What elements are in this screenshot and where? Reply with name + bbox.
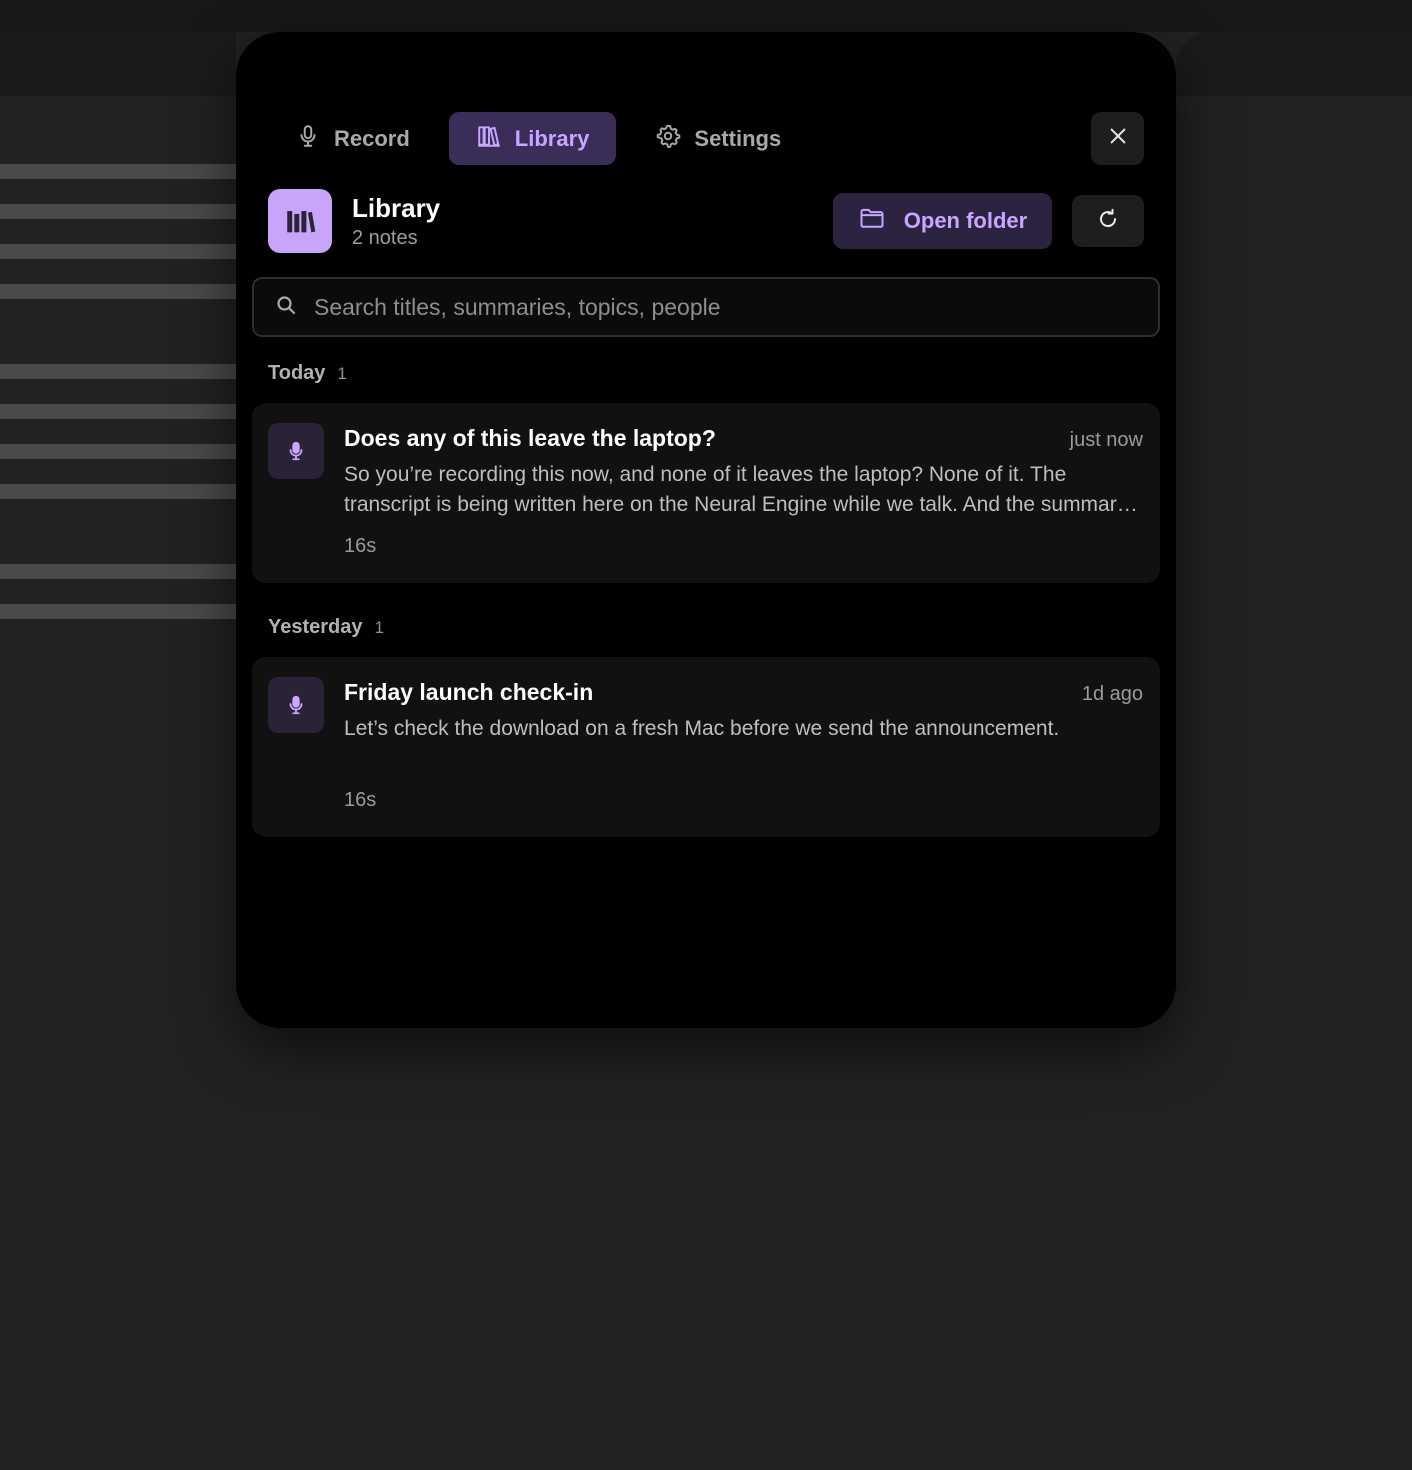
microphone-icon bbox=[268, 423, 324, 479]
background-placeholder-line bbox=[0, 244, 236, 259]
background-placeholder-line bbox=[0, 484, 236, 499]
search-box bbox=[252, 277, 1160, 337]
open-folder-label: Open folder bbox=[903, 208, 1028, 233]
open-folder-button[interactable]: Open folder bbox=[833, 193, 1052, 249]
page-title: Library bbox=[352, 193, 441, 223]
group-count: 1 bbox=[374, 618, 384, 637]
background-placeholder-line bbox=[0, 444, 236, 459]
background-placeholder-line bbox=[0, 204, 236, 219]
note-duration: 16s bbox=[344, 789, 377, 811]
note-card[interactable]: Does any of this leave the laptop? just … bbox=[252, 403, 1160, 583]
group-label: Yesterday bbox=[268, 616, 363, 638]
background-placeholder-line bbox=[0, 564, 236, 579]
refresh-button[interactable] bbox=[1072, 195, 1144, 247]
library-panel: Record Library Settings Library 2 notes bbox=[236, 32, 1176, 1028]
background-right-header bbox=[1176, 32, 1412, 96]
background-placeholder-line bbox=[0, 404, 236, 419]
note-timestamp: just now bbox=[1069, 429, 1143, 451]
search-input[interactable] bbox=[314, 293, 1134, 321]
background-placeholder-line bbox=[0, 604, 236, 619]
background-left-header bbox=[0, 32, 236, 96]
close-icon bbox=[1107, 125, 1129, 152]
search-icon bbox=[274, 293, 298, 322]
note-summary: Let’s check the download on a fresh Mac … bbox=[344, 717, 1060, 740]
microphone-icon bbox=[268, 677, 324, 733]
background-placeholder-line bbox=[0, 364, 236, 379]
library-icon bbox=[476, 123, 502, 155]
tab-settings-label: Settings bbox=[694, 125, 782, 151]
window-top-bar bbox=[0, 0, 1412, 32]
tab-library-label: Library bbox=[514, 125, 590, 151]
library-header: Library 2 notes Open folder bbox=[268, 189, 1144, 253]
background-placeholder-line bbox=[0, 284, 236, 299]
group-label: Today bbox=[268, 362, 326, 384]
note-card[interactable]: Friday launch check-in 1d ago Let’s chec… bbox=[252, 657, 1160, 837]
note-duration: 16s bbox=[344, 535, 377, 557]
folder-icon bbox=[858, 204, 886, 238]
background-placeholder-line bbox=[0, 164, 236, 179]
note-timestamp: 1d ago bbox=[1081, 683, 1143, 705]
group-header-today: Today 1 bbox=[268, 362, 347, 385]
note-title: Friday launch check-in bbox=[344, 679, 594, 705]
note-title: Does any of this leave the laptop? bbox=[344, 425, 716, 451]
close-button[interactable] bbox=[1091, 112, 1144, 165]
microphone-icon bbox=[295, 123, 321, 155]
tab-library[interactable]: Library bbox=[448, 112, 617, 165]
tab-record-label: Record bbox=[334, 125, 410, 151]
group-count: 1 bbox=[337, 364, 347, 383]
tab-bar: Record Library Settings bbox=[268, 112, 808, 165]
note-summary: So you’re recording this now, and none o… bbox=[344, 463, 1128, 516]
gear-icon bbox=[655, 123, 681, 155]
library-badge-icon bbox=[268, 189, 332, 253]
notes-count: 2 notes bbox=[352, 227, 418, 249]
group-header-yesterday: Yesterday 1 bbox=[268, 616, 384, 639]
tab-settings[interactable]: Settings bbox=[628, 112, 808, 165]
refresh-icon bbox=[1096, 207, 1120, 236]
tab-record[interactable]: Record bbox=[268, 112, 437, 165]
